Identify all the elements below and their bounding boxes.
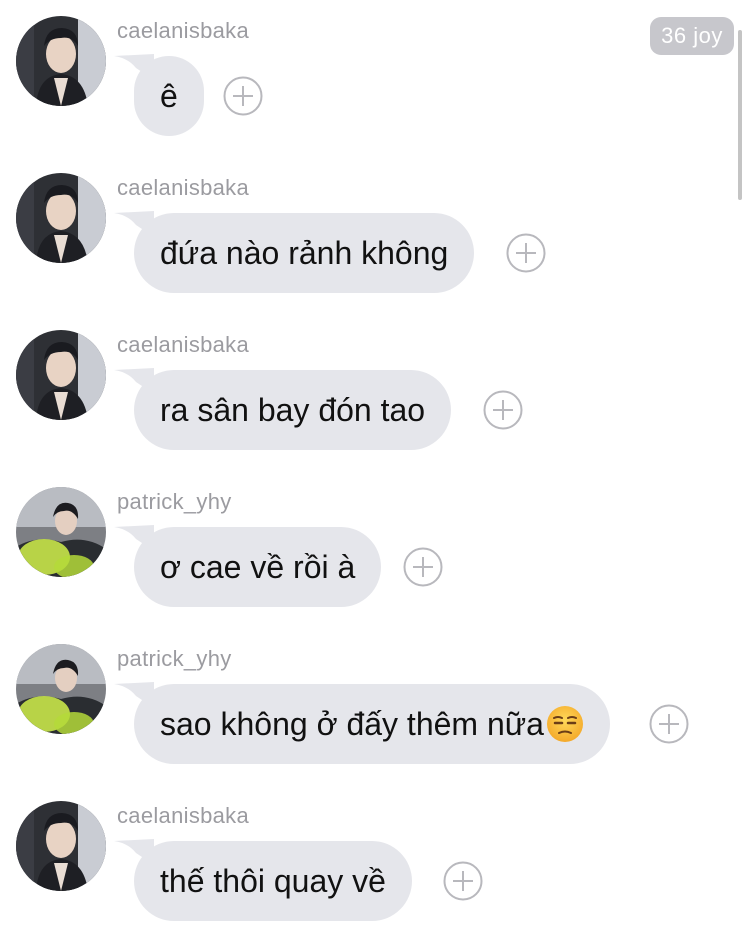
avatar-photo <box>16 487 106 577</box>
sender-name: caelanisbaka <box>117 18 250 43</box>
avatar-photo <box>16 173 106 263</box>
message-bubble[interactable]: sao không ở đấy thêm nữa <box>134 684 610 764</box>
message-text: ơ cae về rồi à <box>160 548 356 585</box>
message-row: caelanisbaka thế thôi quay về <box>0 785 750 942</box>
message-text: đứa nào rảnh không <box>160 234 449 271</box>
message-row: patrick_yhy ơ cae về rồi à <box>0 471 750 628</box>
avatar-patrick_yhy[interactable] <box>16 487 106 577</box>
message-text: thế thôi quay về <box>160 862 386 899</box>
avatar-photo <box>16 330 106 420</box>
sender-name: caelanisbaka <box>117 803 250 828</box>
add-reaction-icon[interactable] <box>443 861 483 901</box>
avatar-caelanisbaka[interactable] <box>16 173 106 263</box>
message-text: sao không ở đấy thêm nữa <box>160 705 544 742</box>
add-reaction-icon[interactable] <box>483 390 523 430</box>
message-row: caelanisbaka ra sân bay đón tao <box>0 314 750 471</box>
sender-name: caelanisbaka <box>117 332 250 357</box>
add-reaction-icon[interactable] <box>506 233 546 273</box>
avatar-caelanisbaka[interactable] <box>16 801 106 891</box>
message-row: patrick_yhy sao không ở đấy thêm nữa <box>0 628 750 785</box>
sender-name: patrick_yhy <box>117 646 232 671</box>
avatar-photo <box>16 644 106 734</box>
message-bubble[interactable]: đứa nào rảnh không <box>134 213 475 293</box>
message-row: caelanisbaka đứa nào rảnh không <box>0 157 750 314</box>
avatar-photo <box>16 801 106 891</box>
message-text: ê <box>160 77 178 114</box>
avatar-caelanisbaka[interactable] <box>16 330 106 420</box>
sender-name: caelanisbaka <box>117 175 250 200</box>
sender-name: patrick_yhy <box>117 489 232 514</box>
add-reaction-icon[interactable] <box>403 547 443 587</box>
add-reaction-icon[interactable] <box>223 76 263 116</box>
add-reaction-icon[interactable] <box>649 704 689 744</box>
message-text: ra sân bay đón tao <box>160 391 426 428</box>
message-bubble[interactable]: ơ cae về rồi à <box>134 527 382 607</box>
avatar-photo <box>16 16 106 106</box>
message-bubble[interactable]: ra sân bay đón tao <box>134 370 452 450</box>
message-row: caelanisbaka ê <box>0 0 750 157</box>
avatar-patrick_yhy[interactable] <box>16 644 106 734</box>
unamused-face-emoji <box>546 706 583 742</box>
message-bubble[interactable]: ê <box>134 56 204 136</box>
avatar-caelanisbaka[interactable] <box>16 16 106 106</box>
message-bubble[interactable]: thế thôi quay về <box>134 841 412 921</box>
